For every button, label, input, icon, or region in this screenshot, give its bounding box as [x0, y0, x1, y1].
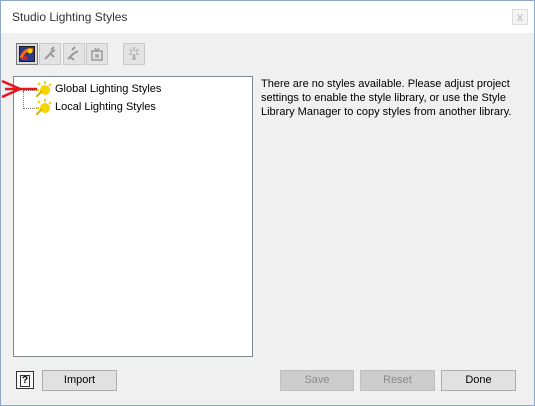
- tree-item-local-lighting-styles[interactable]: Local Lighting Styles: [36, 98, 156, 116]
- title-bar: Studio Lighting Styles x: [1, 1, 534, 33]
- spotlight-icon: [129, 47, 139, 60]
- done-button[interactable]: Done: [441, 370, 516, 391]
- lighting-style-button[interactable]: [16, 43, 38, 65]
- tree-item-global-lighting-styles[interactable]: Global Lighting Styles: [36, 80, 161, 98]
- dialog-title: Studio Lighting Styles: [12, 10, 128, 24]
- lighting-style-icon: [19, 46, 35, 62]
- edit-light-button[interactable]: [63, 43, 85, 65]
- help-button[interactable]: ?: [16, 371, 34, 389]
- copy-light-button[interactable]: [86, 43, 108, 65]
- spotlight-button[interactable]: [123, 43, 145, 65]
- tree-item-label: Global Lighting Styles: [55, 83, 162, 95]
- copy-light-icon: [91, 47, 103, 61]
- new-light-icon: [44, 46, 56, 60]
- sun-icon: [36, 99, 52, 115]
- no-styles-message: There are no styles available. Please ad…: [261, 78, 512, 118]
- close-icon: x: [517, 10, 523, 24]
- tree-item-label: Local Lighting Styles: [55, 101, 156, 113]
- reset-button[interactable]: Reset: [360, 370, 435, 391]
- red-arrow-annotation: [1, 79, 37, 99]
- new-light-button[interactable]: [39, 43, 61, 65]
- studio-lighting-styles-dialog: Studio Lighting Styles x Global Lighting…: [0, 0, 535, 406]
- tree-connector: [23, 108, 35, 109]
- edit-light-icon: [67, 46, 79, 61]
- save-button[interactable]: Save: [280, 370, 354, 391]
- import-button[interactable]: Import: [42, 370, 117, 391]
- help-icon: ?: [20, 375, 30, 387]
- lighting-styles-tree[interactable]: Global Lighting Styles Local Lighting St…: [13, 76, 253, 357]
- close-button[interactable]: x: [512, 9, 528, 25]
